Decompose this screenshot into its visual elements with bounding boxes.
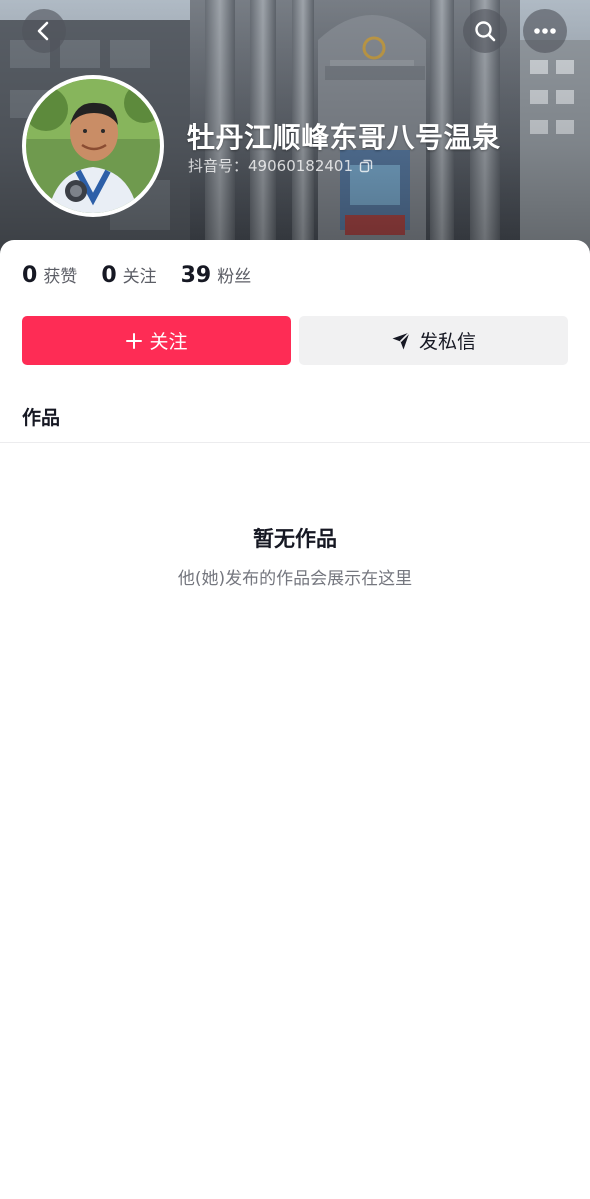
stat-followers-value: 39 (180, 263, 212, 288)
empty-state-title: 暂无作品 (253, 527, 337, 551)
stat-following-label: 关注 (122, 267, 157, 287)
follow-button-label: 关注 (149, 331, 188, 353)
stat-following[interactable]: 0 关注 (101, 262, 156, 288)
plus-icon (125, 332, 143, 350)
douyin-id-label: 抖音号： (188, 157, 249, 175)
send-icon (391, 331, 411, 351)
profile-banner: 牡丹江顺峰东哥八号温泉 抖音号： 49060182401 (0, 0, 590, 262)
more-button[interactable] (523, 9, 567, 53)
profile-card: 0 获赞 0 关注 39 粉丝 关注 发私信 作品 暂无作品 他(她)发布的作品… (0, 240, 590, 1199)
avatar[interactable] (22, 75, 164, 217)
search-button[interactable] (463, 9, 507, 53)
back-button[interactable] (22, 9, 66, 53)
stat-following-value: 0 (101, 263, 117, 288)
douyin-id-value: 49060182401 (248, 156, 353, 175)
empty-state-description: 他(她)发布的作品会展示在这里 (177, 569, 413, 589)
follow-button[interactable]: 关注 (22, 316, 291, 365)
stat-likes[interactable]: 0 获赞 (22, 262, 77, 288)
stat-likes-label: 获赞 (43, 267, 78, 287)
tab-works[interactable]: 作品 (22, 403, 60, 430)
profile-name: 牡丹江顺峰东哥八号温泉 (187, 121, 501, 154)
stat-likes-value: 0 (22, 263, 38, 288)
copy-icon[interactable] (359, 159, 373, 173)
douyin-id-row[interactable]: 抖音号： 49060182401 (188, 155, 373, 176)
stat-followers[interactable]: 39 粉丝 (181, 262, 252, 288)
tab-divider (0, 442, 590, 443)
search-icon (473, 19, 497, 43)
send-message-button[interactable]: 发私信 (299, 316, 568, 365)
stat-followers-label: 粉丝 (217, 267, 252, 287)
stats-row: 0 获赞 0 关注 39 粉丝 (22, 262, 275, 288)
avatar-photo (26, 79, 160, 213)
chevron-left-icon (33, 20, 55, 42)
send-message-label: 发私信 (418, 331, 476, 353)
more-horizontal-icon (533, 27, 557, 35)
